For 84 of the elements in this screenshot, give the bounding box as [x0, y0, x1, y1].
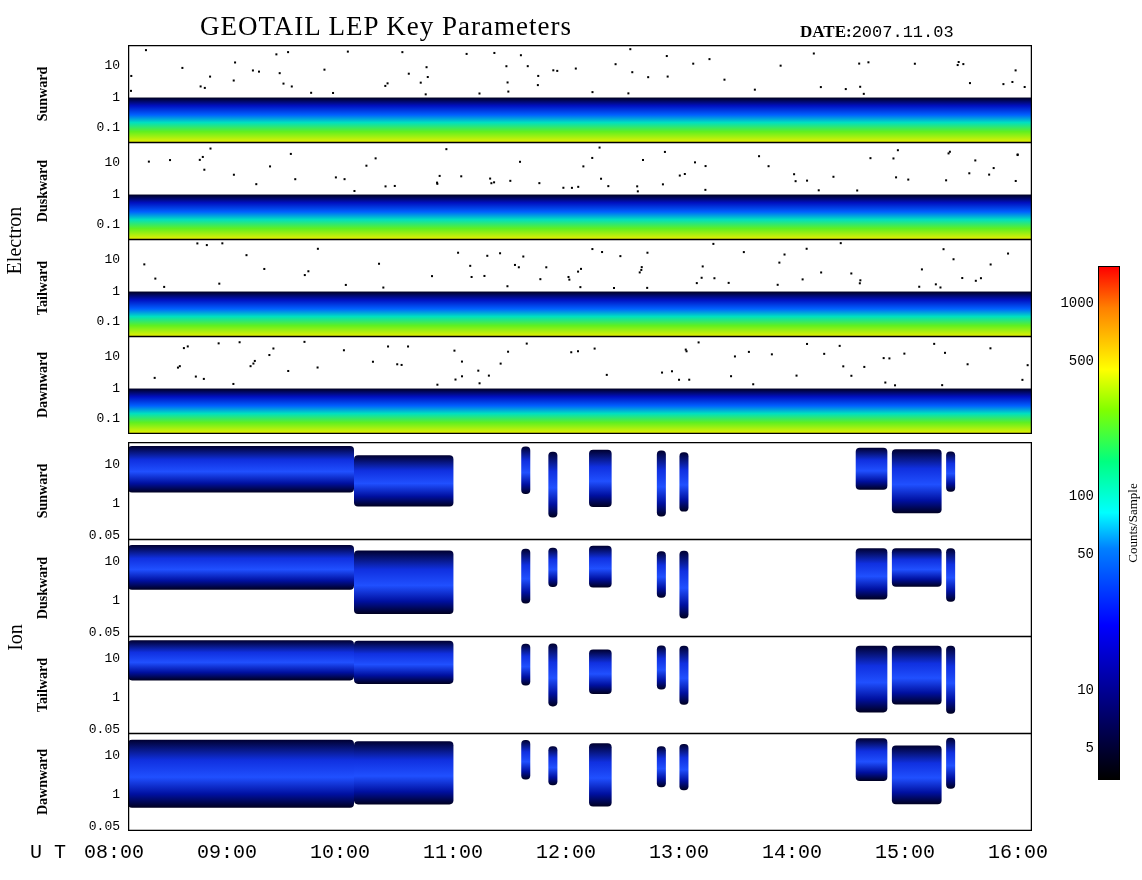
direction-label: Duskward [35, 556, 51, 620]
axis-tick-label: 1 [112, 186, 120, 202]
axis-tick-label: 13:00 [648, 840, 710, 864]
axis-tick-label: 1 [112, 380, 120, 396]
flux-patch [521, 446, 531, 494]
flux-patch [855, 548, 888, 600]
direction-label: Sunward [35, 66, 51, 122]
flux-patch [589, 743, 612, 807]
axis-tick-label: 0.1 [96, 216, 120, 232]
axis-tick-label: 1 [112, 495, 120, 511]
axis-label: U T [29, 840, 66, 864]
flux-patch [548, 643, 558, 707]
flux-patch [521, 643, 531, 686]
flux-patch [521, 740, 531, 780]
flux-patch [891, 745, 942, 805]
flux-patch [589, 545, 612, 588]
flux-patch [946, 548, 956, 602]
group-label: Ion [3, 623, 27, 651]
axis-tick-label: 0.1 [96, 313, 120, 329]
flux-patch [891, 449, 942, 514]
axis-tick-label: 14:00 [761, 840, 823, 864]
flux-patch [679, 452, 689, 512]
axis-tick-label: 10 [104, 553, 120, 569]
colorbar-title: Counts/Sample [1125, 483, 1141, 563]
axis-tick-label: 08:00 [83, 840, 145, 864]
axis-tick-label: 0.05 [88, 818, 120, 834]
axis-tick-label: 1 [112, 786, 120, 802]
direction-label: Tailward [35, 261, 51, 315]
axis-tick-label: 50 [1077, 546, 1094, 563]
axis-tick-label: 16:00 [987, 840, 1049, 864]
flux-patch [656, 450, 666, 517]
axis-tick-label: 09:00 [196, 840, 258, 864]
axis-tick-label: 1 [112, 592, 120, 608]
axis-tick-label: 10 [104, 154, 120, 170]
direction-label: Dawnward [35, 748, 51, 816]
axis-tick-label: 11:00 [422, 840, 484, 864]
direction-label: Duskward [35, 159, 51, 223]
axis-tick-label: 10:00 [309, 840, 371, 864]
flux-patch [679, 744, 689, 791]
flux-patch [548, 451, 558, 518]
axis-tick-label: 5 [1085, 739, 1094, 756]
axis-tick-label: 0.05 [88, 721, 120, 737]
axis-tick-label: 10 [104, 456, 120, 472]
chart-title: GEOTAIL LEP Key Parameters [200, 11, 573, 42]
flux-patch [656, 645, 666, 690]
flux-patch [656, 551, 666, 598]
axis-tick-label: 10 [104, 747, 120, 763]
axis-tick-label: 1 [112, 283, 120, 299]
axis-tick-label: 10 [1077, 681, 1094, 698]
axis-tick-label: 12:00 [535, 840, 597, 864]
flux-patch [946, 737, 956, 789]
axis-tick-label: 10 [104, 57, 120, 73]
direction-label: Dawnward [35, 351, 51, 419]
flux-patch [891, 645, 942, 705]
flux-patch [679, 550, 689, 619]
axis-tick-label: 100 [1068, 488, 1094, 505]
flux-patch [855, 645, 888, 713]
direction-label: Tailward [35, 658, 51, 712]
flux-patch [548, 547, 558, 588]
axis-tick-label: 1 [112, 689, 120, 705]
axis-tick-label: 0.05 [88, 624, 120, 640]
axis-tick-label: 500 [1068, 353, 1094, 369]
axis-tick-label: 0.1 [96, 119, 120, 135]
axis-tick-label: 10 [104, 251, 120, 267]
flux-patch [855, 738, 888, 781]
flux-patch [946, 451, 956, 492]
flux-patch [891, 548, 942, 587]
flux-patch [679, 645, 689, 705]
axis-tick-label: 15:00 [874, 840, 936, 864]
axis-tick-label: 10 [104, 650, 120, 666]
direction-label: Sunward [35, 463, 51, 519]
axis-tick-label: 10 [104, 348, 120, 364]
axis-tick-label: 0.1 [96, 410, 120, 426]
date-label: DATE:2007.11.03 [800, 22, 954, 42]
flux-patch [548, 746, 558, 786]
flux-patch [589, 649, 612, 694]
flux-patch [656, 746, 666, 788]
flux-patch [589, 449, 612, 507]
axis-tick-label: 1000 [1060, 294, 1094, 311]
flux-patch [521, 548, 531, 604]
axis-tick-label: 0.05 [88, 527, 120, 543]
group-label: Electron [3, 206, 27, 274]
flux-patch [946, 645, 956, 714]
axis-tick-label: 1 [112, 89, 120, 105]
